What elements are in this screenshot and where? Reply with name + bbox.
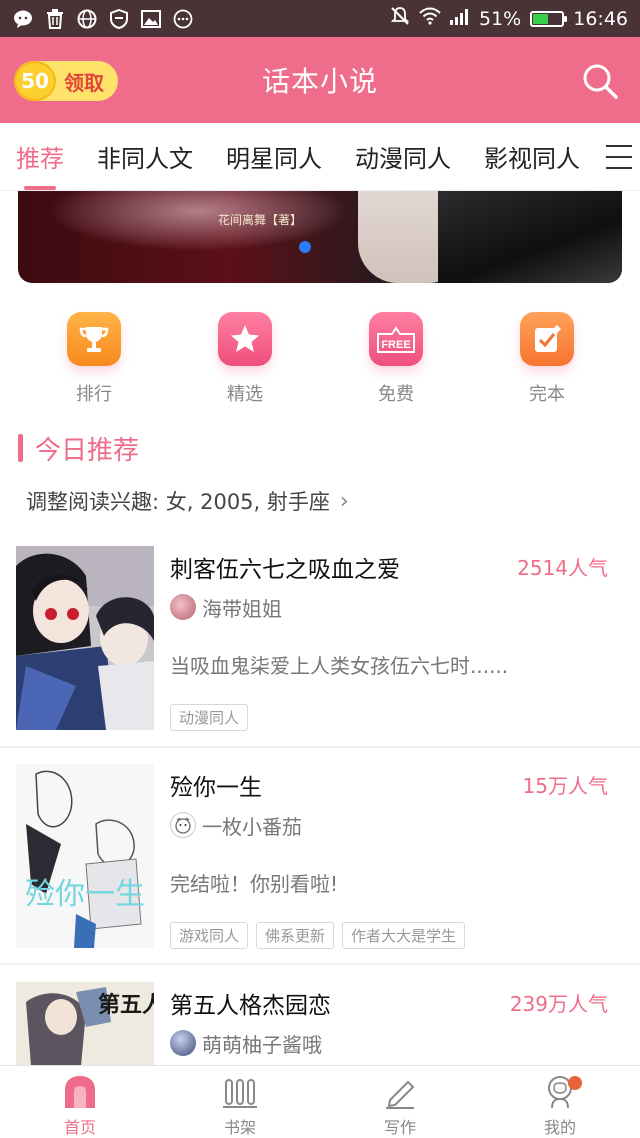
nav-home[interactable]: 首页: [0, 1066, 160, 1138]
author-name: 萌萌柚子酱哦: [202, 1032, 322, 1057]
tab-anime-fanfic[interactable]: 动漫同人: [355, 139, 451, 174]
notification-dot: [568, 1076, 582, 1090]
app-title: 话本小说: [261, 65, 378, 98]
book-author: 海带姐姐: [170, 592, 282, 622]
nav-write[interactable]: 写作: [320, 1066, 480, 1138]
book-author: 一枚小番茄: [170, 810, 302, 840]
tab-recommend[interactable]: 推荐: [16, 139, 64, 190]
book-popularity: 239万人气: [509, 992, 608, 1016]
featured-banner[interactable]: 花间离舞【著】: [18, 191, 622, 283]
book-item[interactable]: 刺客伍六七之吸血之爱 2514人气 海带姐姐 当吸血鬼柒爱上人类女孩伍六七时..…: [0, 546, 640, 748]
banner-subtitle: 花间离舞【著】: [218, 213, 303, 227]
home-icon: [60, 1074, 100, 1110]
completed-label: 完本: [529, 384, 565, 405]
svg-text:FREE: FREE: [381, 339, 410, 351]
app-header: 50 领取 话本小说: [0, 37, 640, 123]
more-icon: [172, 8, 194, 30]
avatar: [170, 812, 196, 838]
book-description: 完结啦！你别看啦!: [170, 872, 339, 896]
shield-icon: [108, 8, 130, 30]
battery-percent: 51%: [479, 7, 522, 30]
book-tag[interactable]: 佛系更新: [256, 922, 335, 949]
author-name: 海带姐姐: [202, 596, 282, 621]
nav-bookshelf-label: 书架: [223, 1118, 256, 1137]
book-tag[interactable]: 动漫同人: [170, 704, 249, 731]
free-tag-icon: FREE: [369, 312, 423, 366]
bottom-nav: 首页 书架 写作 我的: [0, 1065, 640, 1138]
completed-button[interactable]: 完本: [497, 312, 597, 406]
signal-icon: [450, 8, 470, 30]
book-title: 殓你一生: [170, 775, 262, 801]
interest-text: 调整阅读兴趣: 女, 2005, 射手座: [26, 490, 330, 514]
book-author: 萌萌柚子酱哦: [170, 1028, 322, 1058]
nav-home-label: 首页: [63, 1118, 96, 1137]
divider: [0, 963, 640, 965]
wechat-icon: [12, 8, 34, 30]
book-tags: 动漫同人: [170, 704, 249, 731]
bookshelf-icon: [220, 1074, 260, 1110]
check-note-icon: [520, 312, 574, 366]
book-cover: 第五人: [16, 982, 154, 1066]
coin-icon: 50: [14, 61, 56, 101]
search-button[interactable]: [580, 61, 620, 101]
book-tag[interactable]: 游戏同人: [170, 922, 249, 949]
book-tag[interactable]: 作者大大是学生: [342, 922, 466, 949]
quick-actions: 排行 精选 FREE 免费 完本: [0, 312, 640, 412]
featured-button[interactable]: 精选: [195, 312, 295, 406]
book-item[interactable]: 殓你一生 殓你一生 15万人气 一枚小番茄 完结啦！你别看啦! 游戏同人 佛系更…: [0, 764, 640, 965]
nav-bookshelf[interactable]: 书架: [160, 1066, 320, 1138]
search-icon: [583, 64, 618, 99]
nav-profile[interactable]: 我的: [480, 1066, 640, 1138]
avatar: [170, 594, 196, 620]
claim-label: 领取: [64, 70, 104, 95]
trash-icon: [44, 8, 66, 30]
status-bar: 51% 16:46: [0, 0, 640, 37]
book-title: 第五人格杰园恋: [170, 993, 331, 1019]
tab-celebrity-fanfic[interactable]: 明星同人: [226, 139, 322, 174]
mute-icon: [390, 6, 410, 31]
adjust-interest-link[interactable]: 调整阅读兴趣: 女, 2005, 射手座 ›: [26, 486, 349, 516]
cover-title: 殓你一生: [25, 877, 145, 912]
featured-label: 精选: [227, 384, 263, 405]
nav-profile-label: 我的: [543, 1118, 576, 1137]
nav-write-label: 写作: [383, 1118, 416, 1137]
battery-icon: [530, 10, 568, 27]
claim-coins-button[interactable]: 50 领取: [14, 61, 118, 101]
image-icon: [140, 8, 162, 30]
avatar: [170, 1030, 196, 1056]
cover-title: 第五人: [98, 992, 154, 1018]
book-item[interactable]: 第五人 第五人格杰园恋 239万人气 萌萌柚子酱哦: [0, 982, 640, 1066]
book-cover: 殓你一生: [16, 764, 154, 948]
clock: 16:46: [573, 7, 628, 30]
book-popularity: 15万人气: [522, 774, 608, 798]
free-label: 免费: [378, 384, 414, 405]
banner-indicator: [299, 241, 311, 253]
star-icon: [218, 312, 272, 366]
section-title: 今日推荐: [35, 435, 140, 466]
pen-icon: [380, 1074, 420, 1110]
book-title: 刺客伍六七之吸血之爱: [170, 557, 400, 583]
chevron-right-icon: ›: [339, 488, 349, 514]
tab-film-fanfic[interactable]: 影视同人: [484, 139, 580, 174]
book-description: 当吸血鬼柒爱上人类女孩伍六七时......: [170, 654, 509, 678]
book-popularity: 2514人气: [517, 556, 608, 580]
coin-value: 50: [21, 69, 49, 93]
trophy-icon: [67, 312, 121, 366]
ranking-label: 排行: [76, 384, 112, 405]
ranking-button[interactable]: 排行: [44, 312, 144, 406]
free-button[interactable]: FREE 免费: [346, 312, 446, 406]
divider: [0, 746, 640, 748]
section-header: 今日推荐: [18, 432, 140, 466]
author-name: 一枚小番茄: [202, 814, 302, 839]
banner-jacket: [438, 191, 622, 283]
tabs-menu-button[interactable]: [606, 145, 632, 169]
section-accent-bar: [18, 434, 23, 462]
wifi-icon: [419, 7, 441, 30]
category-tabs: 推荐 非同人文 明星同人 动漫同人 影视同人: [0, 123, 640, 191]
tab-original[interactable]: 非同人文: [97, 139, 193, 174]
book-tags: 游戏同人 佛系更新 作者大大是学生: [170, 922, 466, 949]
book-cover: [16, 546, 154, 730]
globe-icon: [76, 8, 98, 30]
